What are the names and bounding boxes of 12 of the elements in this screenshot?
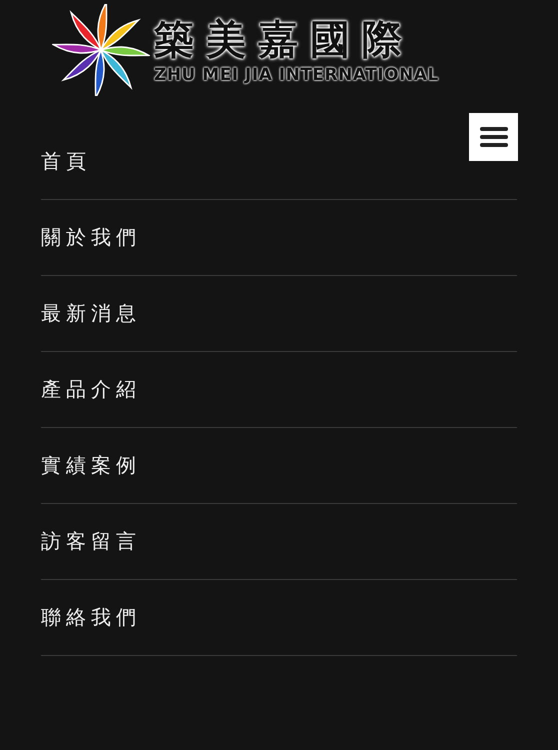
menu-item[interactable]: 最新消息 <box>41 276 517 352</box>
menu-item[interactable]: 關於我們 <box>41 200 517 276</box>
menu-button[interactable] <box>469 113 518 161</box>
pinwheel-logo-icon <box>52 4 150 96</box>
logo-subtitle: ZHU MEI JIA INTERNATIONAL <box>154 65 439 85</box>
menu-item[interactable]: 實績案例 <box>41 428 517 504</box>
logo-title: 築美嘉國際 <box>154 15 414 65</box>
menu-item[interactable]: 產品介紹 <box>41 352 517 428</box>
menu-icon <box>480 126 508 148</box>
menu-item[interactable]: 訪客留言 <box>41 504 517 580</box>
menu-item[interactable]: 聯絡我們 <box>41 580 517 656</box>
menu-item[interactable]: 首頁 <box>41 124 517 200</box>
